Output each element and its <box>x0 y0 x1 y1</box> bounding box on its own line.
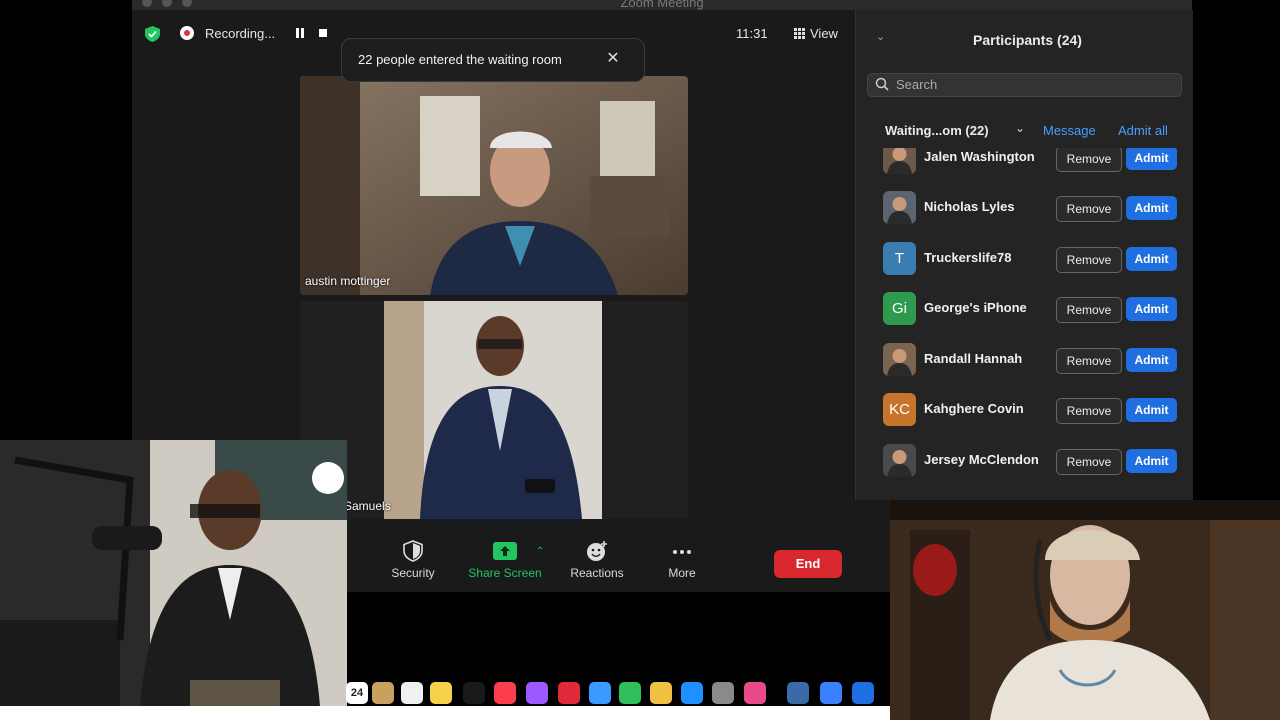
news-icon[interactable] <box>558 682 580 704</box>
participant-avatar: KC <box>883 393 916 426</box>
admit-button[interactable]: Admit <box>1126 348 1177 372</box>
tile-name-label: Samuels <box>344 499 391 513</box>
participant-row: Gi George's iPhone Remove Admit <box>855 284 1192 334</box>
stop-recording-icon[interactable] <box>319 29 327 37</box>
admit-button[interactable]: Admit <box>1126 297 1177 321</box>
participant-avatar <box>883 444 916 477</box>
search-icon <box>875 77 889 91</box>
participant-avatar <box>883 343 916 376</box>
search-placeholder: Search <box>896 77 938 92</box>
participant-row: T Truckerslife78 Remove Admit <box>855 234 1192 284</box>
participant-name: George's iPhone <box>924 300 1027 315</box>
share-screen-icon <box>493 542 517 560</box>
participant-avatar: T <box>883 242 916 275</box>
admit-button[interactable]: Admit <box>1126 247 1177 271</box>
participant-name: Truckerslife78 <box>924 250 1012 265</box>
participant-name: Jalen Washington <box>924 149 1035 164</box>
host-webcam-overlay <box>0 440 347 706</box>
reactions-smiley-icon <box>587 541 607 561</box>
participant-row: Nicholas Lyles Remove Admit <box>855 183 1192 233</box>
video-tile-samuels[interactable]: Samuels <box>300 301 688 519</box>
calendar-day-label: 24 <box>350 687 364 699</box>
video-feed-image <box>300 76 688 295</box>
participant-name: Randall Hannah <box>924 351 1023 366</box>
keynote-icon[interactable] <box>589 682 611 704</box>
share-options-chevron-icon[interactable]: ⌃ <box>536 546 544 557</box>
quicktime-icon[interactable] <box>820 682 842 704</box>
recording-label[interactable]: Recording... <box>205 26 275 41</box>
more-dots-icon <box>673 550 691 554</box>
waiting-room-chevron-icon[interactable]: ⌄ <box>1015 121 1025 135</box>
participant-row: Jalen Washington Remove Admit <box>855 148 1192 183</box>
photo-booth-icon[interactable] <box>744 682 766 704</box>
participant-avatar <box>883 191 916 224</box>
close-notification-icon[interactable]: ✕ <box>605 51 621 67</box>
waiting-room-list: Jalen Washington Remove Admit Nicholas Lyle… <box>855 148 1192 488</box>
waiting-room-header[interactable]: Waiting...om (22) <box>885 123 989 138</box>
window-title: Zoom Meeting <box>620 0 704 10</box>
gallery-grid-icon[interactable] <box>794 28 805 39</box>
participant-row: Randall Hannah Remove Admit <box>855 335 1192 385</box>
remove-button[interactable]: Remove <box>1056 398 1122 424</box>
security-button[interactable]: Security <box>368 540 458 580</box>
participant-name: Kahghere Covin <box>924 401 1024 416</box>
bottom-strip <box>0 706 890 720</box>
remove-button[interactable]: Remove <box>1056 148 1122 172</box>
admit-all-link[interactable]: Admit all <box>1118 123 1168 138</box>
tile-name-label: austin mottinger <box>305 274 391 288</box>
security-label: Security <box>391 566 435 580</box>
host-webcam-image <box>0 440 347 706</box>
reactions-button[interactable]: Reactions <box>552 540 642 580</box>
security-shield-icon <box>403 540 423 562</box>
music-icon[interactable] <box>494 682 516 704</box>
participant-avatar: Gi <box>883 292 916 325</box>
remove-button[interactable]: Remove <box>1056 297 1122 323</box>
admit-button[interactable]: Admit <box>1126 449 1177 473</box>
numbers-icon[interactable] <box>619 682 641 704</box>
message-waiting-room-link[interactable]: Message <box>1043 123 1096 138</box>
window-titlebar: Zoom Meeting <box>132 0 1192 10</box>
calendar-icon[interactable]: 24 <box>346 682 368 704</box>
participant-row: Jersey McClendon Remove Admit <box>855 436 1192 486</box>
remove-button[interactable]: Remove <box>1056 449 1122 475</box>
admit-button[interactable]: Admit <box>1126 398 1177 422</box>
app-store-icon[interactable] <box>681 682 703 704</box>
pages-icon[interactable] <box>650 682 672 704</box>
remove-button[interactable]: Remove <box>1056 196 1122 222</box>
participant-name: Jersey McClendon <box>924 452 1039 467</box>
finder-icon[interactable] <box>372 682 394 704</box>
view-button[interactable]: View <box>810 26 838 41</box>
admit-button[interactable]: Admit <box>1126 196 1177 220</box>
recording-icon <box>180 26 194 40</box>
guest-webcam-image <box>890 500 1280 720</box>
encryption-shield-icon[interactable] <box>145 26 160 42</box>
apple-tv-icon[interactable] <box>463 682 485 704</box>
reminders-icon[interactable] <box>401 682 423 704</box>
remove-button[interactable]: Remove <box>1056 247 1122 273</box>
video-tile-austin[interactable]: austin mottinger <box>300 76 688 295</box>
settings-icon[interactable] <box>712 682 734 704</box>
participants-title: Participants (24) <box>973 32 1082 48</box>
pause-recording-icon[interactable] <box>296 28 304 38</box>
admit-button[interactable]: Admit <box>1126 148 1177 170</box>
podcasts-icon[interactable] <box>526 682 548 704</box>
notes-icon[interactable] <box>430 682 452 704</box>
end-meeting-button[interactable]: End <box>774 550 842 578</box>
remove-button[interactable]: Remove <box>1056 348 1122 374</box>
more-button[interactable]: More <box>637 540 727 580</box>
share-screen-label: Share Screen <box>468 566 542 580</box>
participant-row: KC Kahghere Covin Remove Admit <box>855 385 1192 435</box>
notification-text: 22 people entered the waiting room <box>358 52 562 67</box>
guest-webcam-overlay <box>890 500 1280 720</box>
reactions-label: Reactions <box>570 566 624 580</box>
participant-avatar <box>883 148 916 174</box>
preview-icon[interactable] <box>787 682 809 704</box>
participant-name: Nicholas Lyles <box>924 199 1015 214</box>
more-label: More <box>668 566 696 580</box>
profile-photo-image <box>384 301 602 519</box>
zoom-app-icon[interactable] <box>852 682 874 704</box>
meeting-timer: 11:31 <box>736 26 768 41</box>
